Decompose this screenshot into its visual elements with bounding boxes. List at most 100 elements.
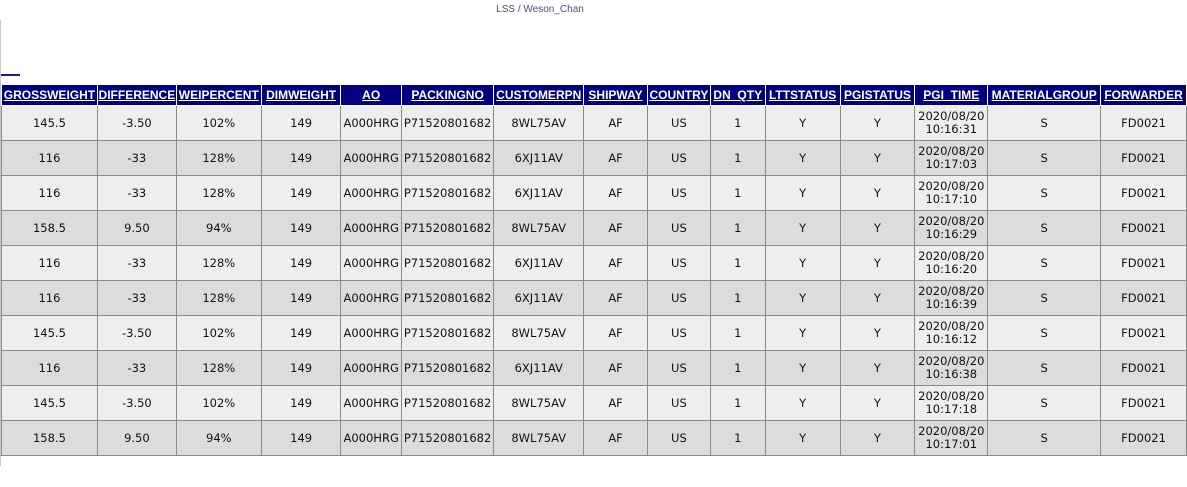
cell-lttstatus: Y bbox=[764, 245, 841, 281]
cell-weipercent: 128% bbox=[175, 350, 262, 386]
cell-packingno: P71520801682 bbox=[400, 105, 495, 141]
cell-customerpn: 6XJ11AV bbox=[493, 350, 585, 386]
cell-lttstatus: Y bbox=[764, 420, 841, 456]
cell-forwarder: FD0021 bbox=[1100, 140, 1187, 176]
column-header-pgistatus[interactable]: PGISTATUS bbox=[839, 84, 916, 106]
cell-country: US bbox=[646, 420, 711, 456]
cell-packingno: P71520801682 bbox=[400, 420, 495, 456]
table-row: 145.5 -3.50 102% 149 A000HRG P71520801682 8WL7… bbox=[1, 385, 1187, 421]
cell-customerpn: 8WL75AV bbox=[493, 385, 585, 421]
cell-difference: -3.50 bbox=[96, 105, 177, 141]
cell-pgistatus: Y bbox=[839, 315, 916, 351]
cell-country: US bbox=[646, 385, 711, 421]
cell-grossweight: 116 bbox=[1, 140, 98, 176]
cell-pgi-time: 2020/08/20 10:16:12 bbox=[914, 315, 989, 351]
cell-dn-qty: 1 bbox=[709, 385, 766, 421]
cell-pgistatus: Y bbox=[839, 210, 916, 246]
column-header-difference[interactable]: DIFFERENCE bbox=[96, 84, 177, 106]
cell-customerpn: 6XJ11AV bbox=[493, 245, 585, 281]
cell-customerpn: 6XJ11AV bbox=[493, 175, 585, 211]
cell-grossweight: 116 bbox=[1, 245, 98, 281]
cell-ao: A000HRG bbox=[340, 105, 402, 141]
cell-weipercent: 94% bbox=[175, 210, 262, 246]
cell-packingno: P71520801682 bbox=[400, 350, 495, 386]
cell-pgi-time: 2020/08/20 10:17:01 bbox=[914, 420, 989, 456]
cell-grossweight: 145.5 bbox=[1, 315, 98, 351]
cell-dn-qty: 1 bbox=[709, 140, 766, 176]
cell-weipercent: 102% bbox=[175, 105, 262, 141]
cell-pgistatus: Y bbox=[839, 420, 916, 456]
cell-forwarder: FD0021 bbox=[1100, 385, 1187, 421]
cell-pgistatus: Y bbox=[839, 105, 916, 141]
cell-ao: A000HRG bbox=[340, 385, 402, 421]
cell-packingno: P71520801682 bbox=[400, 210, 495, 246]
cell-dn-qty: 1 bbox=[709, 245, 766, 281]
cell-customerpn: 8WL75AV bbox=[493, 315, 585, 351]
cell-materialgroup: S bbox=[987, 140, 1102, 176]
cell-ao: A000HRG bbox=[340, 175, 402, 211]
cell-customerpn: 8WL75AV bbox=[493, 420, 585, 456]
cell-country: US bbox=[646, 280, 711, 316]
cell-dn-qty: 1 bbox=[709, 315, 766, 351]
cell-country: US bbox=[646, 140, 711, 176]
column-header-materialgroup[interactable]: MATERIALGROUP bbox=[987, 84, 1102, 106]
blank-link[interactable] bbox=[1, 74, 20, 76]
cell-forwarder: FD0021 bbox=[1100, 280, 1187, 316]
cell-pgi-time: 2020/08/20 10:17:03 bbox=[914, 140, 989, 176]
column-header-packingno[interactable]: PACKINGNO bbox=[400, 84, 495, 106]
cell-materialgroup: S bbox=[987, 385, 1102, 421]
column-header-dn-qty[interactable]: DN_QTY bbox=[709, 84, 766, 106]
cell-lttstatus: Y bbox=[764, 140, 841, 176]
cell-difference: 9.50 bbox=[96, 420, 177, 456]
table-header-row: GROSSWEIGHT DIFFERENCE WEIPERCENT DIMWEIGHT… bbox=[1, 84, 1187, 106]
cell-dn-qty: 1 bbox=[709, 210, 766, 246]
column-header-ao[interactable]: AO bbox=[340, 84, 402, 106]
cell-dn-qty: 1 bbox=[709, 105, 766, 141]
column-header-weipercent[interactable]: WEIPERCENT bbox=[175, 84, 262, 106]
table-body: 145.5 -3.50 102% 149 A000HRG P71520801682 8WL7… bbox=[1, 105, 1187, 456]
cell-materialgroup: S bbox=[987, 350, 1102, 386]
cell-country: US bbox=[646, 105, 711, 141]
cell-weipercent: 128% bbox=[175, 280, 262, 316]
column-header-forwarder[interactable]: FORWARDER bbox=[1100, 84, 1187, 106]
cell-dimweight: 149 bbox=[260, 385, 342, 421]
cell-dn-qty: 1 bbox=[709, 350, 766, 386]
cell-ao: A000HRG bbox=[340, 245, 402, 281]
cell-forwarder: FD0021 bbox=[1100, 175, 1187, 211]
cell-materialgroup: S bbox=[987, 315, 1102, 351]
cell-dimweight: 149 bbox=[260, 210, 342, 246]
cell-grossweight: 158.5 bbox=[1, 420, 98, 456]
table-row: 145.5 -3.50 102% 149 A000HRG P71520801682 8WL7… bbox=[1, 105, 1187, 141]
column-header-shipway[interactable]: SHIPWAY bbox=[583, 84, 648, 106]
cell-dimweight: 149 bbox=[260, 420, 342, 456]
column-header-customerpn[interactable]: CUSTOMERPN bbox=[493, 84, 585, 106]
cell-dn-qty: 1 bbox=[709, 280, 766, 316]
table-row: 116 -33 128% 149 A000HRG P71520801682 6XJ11AV A… bbox=[1, 140, 1187, 176]
cell-country: US bbox=[646, 175, 711, 211]
cell-shipway: AF bbox=[583, 105, 648, 141]
cell-customerpn: 6XJ11AV bbox=[493, 280, 585, 316]
cell-ao: A000HRG bbox=[340, 140, 402, 176]
cell-weipercent: 128% bbox=[175, 245, 262, 281]
column-header-pgi-time[interactable]: PGI_TIME bbox=[914, 84, 989, 106]
cell-packingno: P71520801682 bbox=[400, 280, 495, 316]
cell-pgi-time: 2020/08/20 10:16:38 bbox=[914, 350, 989, 386]
column-header-dimweight[interactable]: DIMWEIGHT bbox=[260, 84, 342, 106]
cell-dimweight: 149 bbox=[260, 245, 342, 281]
cell-country: US bbox=[646, 315, 711, 351]
cell-grossweight: 116 bbox=[1, 175, 98, 211]
column-header-country[interactable]: COUNTRY bbox=[646, 84, 711, 106]
cell-weipercent: 94% bbox=[175, 420, 262, 456]
cell-lttstatus: Y bbox=[764, 175, 841, 211]
cell-dimweight: 149 bbox=[260, 315, 342, 351]
cell-weipercent: 102% bbox=[175, 385, 262, 421]
cell-forwarder: FD0021 bbox=[1100, 420, 1187, 456]
cell-grossweight: 158.5 bbox=[1, 210, 98, 246]
cell-forwarder: FD0021 bbox=[1100, 245, 1187, 281]
cell-lttstatus: Y bbox=[764, 210, 841, 246]
column-header-grossweight[interactable]: GROSSWEIGHT bbox=[1, 84, 98, 106]
cell-packingno: P71520801682 bbox=[400, 245, 495, 281]
cell-materialgroup: S bbox=[987, 280, 1102, 316]
column-header-lttstatus[interactable]: LTTSTATUS bbox=[764, 84, 841, 106]
cell-lttstatus: Y bbox=[764, 315, 841, 351]
